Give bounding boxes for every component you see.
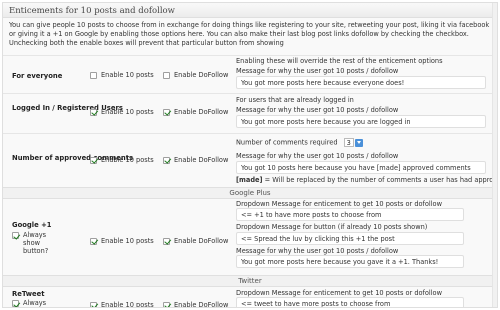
row-google-plus: Google +1 Always show button? Enable 10 … [3,199,497,268]
approved-required-label: Number of comments required [236,138,338,147]
google-always-show-checkbox[interactable] [12,232,19,239]
everyone-msg-label: Message for why the user got 10 posts / … [236,67,399,75]
google-button-label: Dropdown Message for button (if already … [236,223,428,231]
approved-note-text: = Will be replaced by the number of comm… [262,176,498,184]
twitter-dropdown-label: Dropdown Message for enticement to get 1… [236,289,442,297]
logged-in-dofollow[interactable]: Enable DoFollow [163,108,228,116]
logged-in-dofollow-label: Enable DoFollow [174,108,229,116]
twitter-label: ReTweet [12,290,45,298]
google-dropdown-label: Dropdown Message for enticement to get 1… [236,200,442,208]
approved-msg-label: Message for why the user got 10 posts / … [236,152,399,160]
twitter-always-show[interactable]: Always show button? [12,299,52,307]
everyone-note: Enabling these will override the rest of… [236,57,443,65]
scrollbar[interactable] [492,3,497,307]
row-everyone: For everyone Enable 10 posts Enable DoFo… [3,55,497,93]
chevron-down-icon[interactable] [354,138,363,147]
everyone-dofollow-checkbox[interactable] [163,71,170,79]
approved-dofollow-checkbox[interactable] [163,156,170,164]
google-message-input[interactable]: You got more posts here because you gave… [236,255,464,268]
google-dofollow-label: Enable DoFollow [174,237,229,245]
approved-required-select[interactable]: 3 [343,138,354,147]
twitter-dropdown-input[interactable]: <= tweet to have more posts to choose fr… [236,297,464,307]
panel-title: Enticements for 10 posts and dofollow [3,3,497,18]
twitter-dofollow-checkbox[interactable] [163,301,170,307]
google-always-show[interactable]: Always show button? [12,231,52,255]
approved-dofollow[interactable]: Enable DoFollow [163,156,228,164]
everyone-enable10-label: Enable 10 posts [101,71,154,79]
twitter-enable10-checkbox[interactable] [90,301,97,307]
section-twitter: Twitter [3,275,497,287]
twitter-always-show-label: Always show button? [23,299,47,307]
logged-in-dofollow-checkbox[interactable] [163,108,170,116]
everyone-enable10[interactable]: Enable 10 posts [90,71,154,79]
approved-note-token: [made] [236,176,263,184]
logged-in-enable10-checkbox[interactable] [90,108,97,116]
approved-note: [made] = Will be replaced by the number … [236,176,498,184]
twitter-dofollow[interactable]: Enable DoFollow [163,301,229,308]
google-dropdown-input[interactable]: <= +1 to have more posts to choose from [236,208,464,221]
google-button-input[interactable]: <= Spread the luv by clicking this +1 th… [236,232,464,245]
approved-dofollow-label: Enable DoFollow [174,156,229,164]
twitter-enable10-label: Enable 10 posts [101,301,154,308]
google-label: Google +1 [12,221,52,229]
approved-enable10[interactable]: Enable 10 posts [90,156,154,164]
row-logged-in: Logged In / Registered Users Enable 10 p… [3,93,497,133]
approved-required: Number of comments required 3 [236,138,363,147]
logged-in-note: For users that are already logged in [236,96,354,104]
google-enable10[interactable]: Enable 10 posts [90,237,154,245]
approved-enable10-label: Enable 10 posts [101,156,154,164]
logged-in-msg-label: Message for why the user got 10 posts / … [236,106,399,114]
logged-in-message-input[interactable]: You got more posts here because you are … [236,115,486,128]
intro-text: You can give people 10 posts to choose f… [9,21,490,47]
everyone-message-input[interactable]: You got more posts here because everyone… [236,76,486,89]
approved-message-input[interactable]: You got 10 posts here because you have [… [236,161,486,174]
google-dofollow-checkbox[interactable] [163,237,170,245]
section-google-plus: Google Plus [3,187,497,199]
twitter-dofollow-label: Enable DoFollow [174,301,229,308]
row-approved: Number of approved comments Enable 10 po… [3,133,497,187]
google-dofollow[interactable]: Enable DoFollow [163,237,228,245]
enticements-panel: Enticements for 10 posts and dofollow Yo… [2,2,498,308]
google-always-show-label: Always show button? [23,231,49,255]
row-twitter: ReTweet Always show button? Enable 10 po… [3,287,497,308]
google-enable10-checkbox[interactable] [90,237,97,245]
everyone-dofollow[interactable]: Enable DoFollow [163,71,228,79]
twitter-enable10[interactable]: Enable 10 posts [90,301,154,308]
google-enable10-label: Enable 10 posts [101,237,154,245]
logged-in-enable10-label: Enable 10 posts [101,108,154,116]
google-msg-label: Message for why the user got 10 posts / … [236,247,399,255]
everyone-dofollow-label: Enable DoFollow [174,71,229,79]
everyone-enable10-checkbox[interactable] [90,71,97,79]
logged-in-enable10[interactable]: Enable 10 posts [90,108,154,116]
approved-enable10-checkbox[interactable] [90,156,97,164]
twitter-always-show-checkbox[interactable] [12,300,19,307]
everyone-label: For everyone [12,72,63,80]
